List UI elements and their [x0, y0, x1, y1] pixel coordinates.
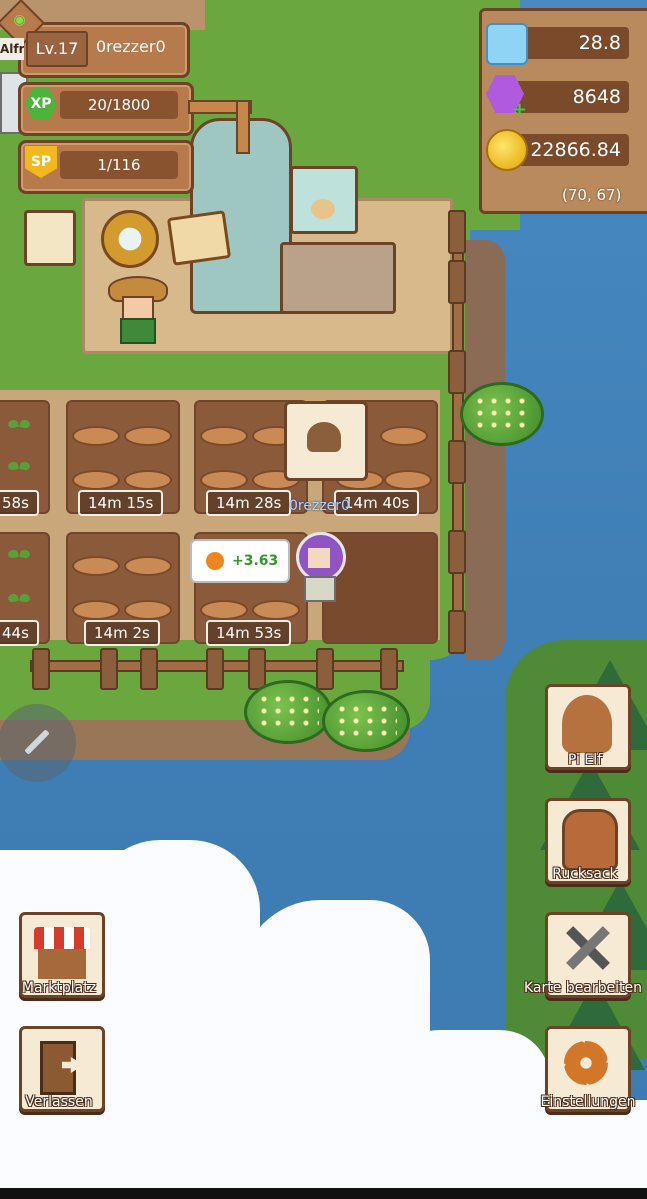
sprout	[8, 462, 30, 476]
plot-timer: 14m 53s	[206, 620, 292, 646]
seed-mound	[380, 426, 428, 446]
seed-mound	[124, 470, 172, 490]
fence-post	[448, 210, 466, 254]
player-level: Lv.17	[26, 31, 88, 67]
cloud	[90, 840, 260, 1199]
gem-count: 8648	[515, 81, 629, 113]
plot-timer: 14m 28s	[206, 490, 292, 516]
npc-name-fragment: Alfr	[0, 38, 24, 60]
seed-mound	[252, 600, 300, 620]
paw-icon	[311, 199, 335, 219]
seed-mound	[72, 426, 120, 446]
player-name-tag: 0rezzer0	[289, 498, 350, 514]
map-scroll-icon[interactable]	[166, 210, 232, 266]
leave-label: Verlassen	[25, 1094, 93, 1110]
plot-timer: 14m 15s	[78, 490, 164, 516]
seed-mound	[72, 470, 120, 490]
seed-mound	[72, 556, 120, 576]
plot-timer: 14m 2s	[84, 620, 160, 646]
hoe-icon	[307, 422, 341, 452]
backpack-label: Rucksack	[552, 866, 618, 882]
cloud	[500, 1100, 647, 1199]
compass-icon[interactable]	[101, 210, 159, 268]
yield-popup: +3.63	[190, 539, 290, 583]
pipe	[236, 100, 250, 154]
fence-post	[448, 530, 466, 574]
seed-mound	[72, 600, 120, 620]
market-stall-icon	[34, 927, 90, 949]
fence-post	[448, 610, 466, 654]
sprout	[8, 420, 30, 434]
clipboard-icon[interactable]	[24, 210, 76, 266]
seed-mound	[124, 600, 172, 620]
seed-mound	[384, 470, 432, 490]
coin-count: 22866.84	[515, 134, 629, 166]
add-gem-icon[interactable]: +	[512, 101, 527, 119]
fence-post	[316, 648, 334, 690]
fence-post	[248, 648, 266, 690]
flower-bush	[244, 680, 332, 744]
fence-post	[380, 648, 398, 690]
pen-icon	[24, 729, 50, 755]
marketplace-label: Marktplatz	[21, 980, 97, 996]
farmer-npc[interactable]	[108, 276, 168, 344]
map-coordinates: (70, 67)	[562, 186, 622, 204]
pen-edit-button[interactable]	[0, 704, 76, 782]
seed-mound	[124, 556, 172, 576]
system-bar	[0, 1188, 647, 1199]
sprout	[8, 594, 30, 608]
elf-avatar-icon	[562, 695, 612, 753]
pi-elf-label: Pi Elf	[567, 752, 603, 768]
settings-label: Einstellungen	[540, 1094, 636, 1110]
market-stall-base	[38, 949, 86, 979]
xp-value: 20/1800	[60, 91, 178, 119]
seed-mound	[124, 426, 172, 446]
coin-icon	[486, 129, 528, 171]
yield-amount: +3.63	[232, 553, 279, 569]
fence-post	[100, 648, 118, 690]
edit-map-label: Karte bearbeiten	[523, 980, 643, 996]
fence-post	[32, 648, 50, 690]
fence-post	[140, 648, 158, 690]
backpack-icon	[562, 809, 618, 871]
plot-timer: 58s	[0, 490, 39, 516]
fence-post	[448, 350, 466, 394]
pumpkin-icon	[206, 552, 224, 570]
gear-icon	[564, 1041, 608, 1085]
fence-post	[448, 260, 466, 304]
seed-mound	[200, 600, 248, 620]
seed-mound	[200, 470, 248, 490]
flower-bush	[460, 382, 544, 446]
seed-mound	[200, 426, 248, 446]
crystal-count: 28.8	[515, 27, 629, 59]
wifi-icon: ◉	[13, 12, 26, 29]
fence-post	[206, 648, 224, 690]
sprout	[8, 550, 30, 564]
pet-incubator[interactable]	[290, 166, 358, 234]
crystal-icon	[486, 23, 528, 65]
sp-value: 1/116	[60, 151, 178, 179]
resource-board: 28.8 8648 + 22866.84	[479, 8, 647, 214]
till-soil-action[interactable]	[284, 401, 368, 481]
player-name: 0rezzer0	[96, 37, 166, 56]
fence-post	[448, 440, 466, 484]
processing-station[interactable]	[280, 242, 396, 314]
cliff-edge-right	[465, 240, 505, 660]
plot-timer: 44s	[0, 620, 39, 646]
flower-bush	[322, 690, 410, 752]
player-character[interactable]	[294, 532, 346, 602]
